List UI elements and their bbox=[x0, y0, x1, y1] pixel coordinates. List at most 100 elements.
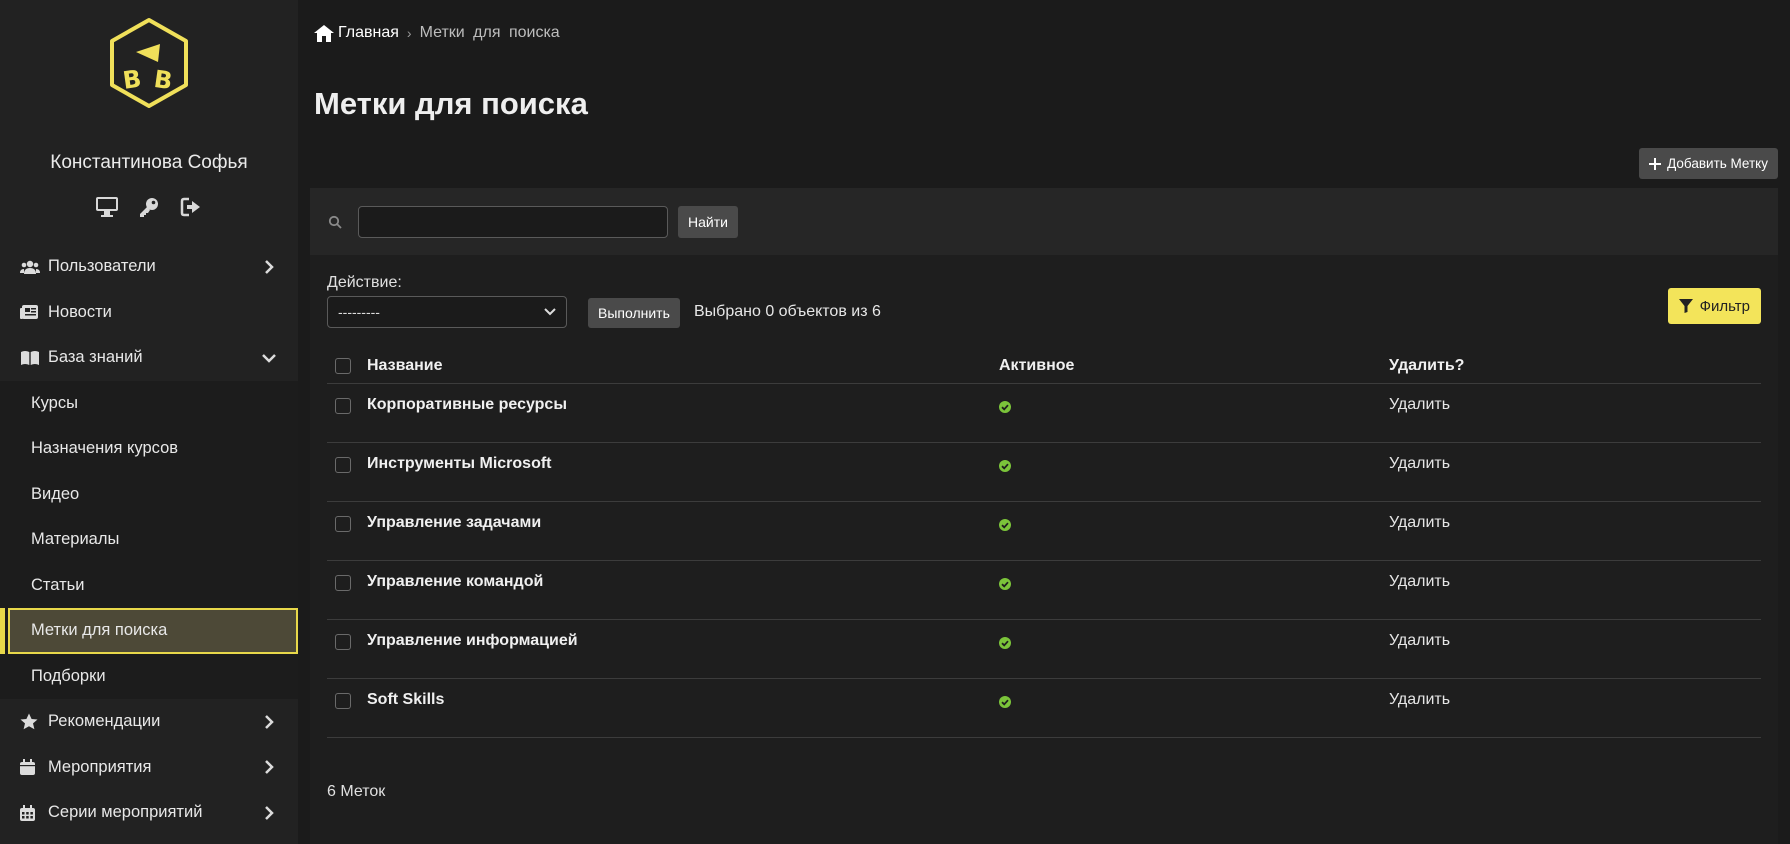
table-row: Управление задачами Удалить bbox=[327, 502, 1761, 561]
chevron-down-icon bbox=[544, 308, 556, 316]
plus-icon bbox=[1649, 157, 1662, 170]
search-input[interactable] bbox=[358, 205, 668, 238]
table-header: Название Активное Удалить? bbox=[327, 348, 1761, 384]
user-name: Константинова Софья bbox=[50, 152, 248, 173]
sidebar-item-video[interactable]: Видео bbox=[0, 472, 298, 518]
row-name-link[interactable]: Soft Skills bbox=[367, 691, 999, 709]
table-row: Корпоративные ресурсы Удалить bbox=[327, 384, 1761, 443]
calendar-icon bbox=[20, 758, 42, 776]
sidebar-item-label: Пользователи bbox=[48, 257, 156, 276]
sidebar-item-courses[interactable]: Курсы bbox=[0, 381, 298, 427]
table-row: Управление командой Удалить bbox=[327, 561, 1761, 620]
monitor-icon[interactable] bbox=[95, 195, 119, 219]
column-header-name[interactable]: Название bbox=[367, 357, 999, 375]
sidebar-item-label: Назначения курсов bbox=[31, 439, 179, 458]
row-delete-link[interactable]: Удалить bbox=[1389, 573, 1761, 591]
sidebar-item-news[interactable]: Новости bbox=[0, 290, 298, 336]
row-checkbox[interactable] bbox=[335, 634, 351, 650]
book-icon bbox=[20, 349, 42, 367]
row-name-link[interactable]: Корпоративные ресурсы bbox=[367, 396, 999, 414]
filter-button[interactable]: Фильтр bbox=[1667, 288, 1761, 324]
sidebar: B B Константинова Софья Пользователи Нов… bbox=[0, 0, 298, 844]
star-icon bbox=[20, 713, 42, 731]
sidebar-item-events[interactable]: Мероприятия bbox=[0, 745, 298, 791]
result-count: 6 Меток bbox=[327, 783, 386, 800]
chevron-right-icon bbox=[262, 714, 276, 729]
sidebar-item-label: Мероприятия bbox=[48, 757, 152, 776]
sidebar-item-label: Новости bbox=[48, 302, 112, 321]
users-icon bbox=[20, 258, 42, 276]
breadcrumb-home[interactable]: Главная bbox=[314, 24, 399, 42]
run-action-button[interactable]: Выполнить bbox=[588, 298, 680, 328]
search-bar: Найти bbox=[310, 188, 1778, 255]
sidebar-nav: Пользователи Новости База знаний Курсы Н… bbox=[0, 244, 298, 836]
home-icon bbox=[314, 24, 334, 42]
table-row: Soft Skills Удалить bbox=[327, 679, 1761, 738]
breadcrumb-current: Метки для поиска bbox=[419, 24, 560, 41]
chevron-right-icon bbox=[262, 760, 276, 775]
column-header-delete: Удалить? bbox=[1389, 356, 1465, 374]
sidebar-item-knowledge-base[interactable]: База знаний bbox=[0, 335, 298, 381]
check-circle-icon bbox=[999, 637, 1011, 649]
action-select-value: --------- bbox=[338, 304, 380, 320]
sidebar-item-materials[interactable]: Материалы bbox=[0, 517, 298, 563]
row-active bbox=[999, 632, 1389, 654]
row-checkbox[interactable] bbox=[335, 693, 351, 709]
check-circle-icon bbox=[999, 401, 1011, 413]
row-delete-link[interactable]: Удалить bbox=[1389, 455, 1761, 473]
filter-label: Фильтр bbox=[1699, 297, 1750, 315]
sidebar-item-articles[interactable]: Статьи bbox=[0, 563, 298, 609]
add-tag-label: Добавить Метку bbox=[1667, 156, 1768, 171]
sidebar-item-course-assignments[interactable]: Назначения курсов bbox=[0, 426, 298, 472]
row-name-link[interactable]: Инструменты Microsoft bbox=[367, 455, 999, 473]
table-row: Управление информацией Удалить bbox=[327, 620, 1761, 679]
newspaper-icon bbox=[20, 303, 42, 321]
chevron-down-icon bbox=[262, 351, 276, 365]
sidebar-item-label: Статьи bbox=[31, 575, 85, 594]
row-delete-link[interactable]: Удалить bbox=[1389, 396, 1761, 414]
row-delete-link[interactable]: Удалить bbox=[1389, 632, 1761, 650]
sidebar-item-search-tags[interactable]: Метки для поиска bbox=[0, 608, 298, 654]
results-table: Название Активное Удалить? Корпоративные… bbox=[327, 348, 1761, 738]
add-tag-button[interactable]: Добавить Метку bbox=[1639, 148, 1778, 179]
key-icon[interactable] bbox=[137, 195, 161, 219]
check-circle-icon bbox=[999, 460, 1011, 472]
row-delete-link[interactable]: Удалить bbox=[1389, 691, 1761, 709]
main-content: Главная › Метки для поиска Метки для пои… bbox=[298, 0, 1790, 844]
row-name-link[interactable]: Управление командой bbox=[367, 573, 999, 591]
row-name-link[interactable]: Управление задачами bbox=[367, 514, 999, 532]
row-checkbox[interactable] bbox=[335, 516, 351, 532]
action-select[interactable]: --------- bbox=[327, 296, 567, 328]
sidebar-item-recommendations[interactable]: Рекомендации bbox=[0, 699, 298, 745]
sidebar-item-label: База знаний bbox=[48, 348, 143, 367]
select-all-checkbox[interactable] bbox=[335, 357, 351, 374]
row-active bbox=[999, 396, 1389, 418]
selected-count: Выбрано 0 объектов из 6 bbox=[694, 303, 881, 320]
sidebar-item-label: Рекомендации bbox=[48, 712, 161, 731]
row-delete-link[interactable]: Удалить bbox=[1389, 514, 1761, 532]
user-actions bbox=[0, 195, 298, 219]
page-title: Метки для поиска bbox=[314, 86, 588, 121]
column-header-active[interactable]: Активное bbox=[999, 357, 1389, 375]
sidebar-item-label: Видео bbox=[31, 484, 80, 503]
sidebar-item-users[interactable]: Пользователи bbox=[0, 244, 298, 290]
svg-text:B: B bbox=[121, 65, 143, 95]
row-checkbox[interactable] bbox=[335, 575, 351, 591]
sidebar-item-label: Подборки bbox=[31, 666, 106, 685]
sidebar-item-event-series[interactable]: Серии мероприятий bbox=[0, 790, 298, 836]
calendar-grid-icon bbox=[20, 804, 42, 822]
logout-icon[interactable] bbox=[179, 195, 203, 219]
row-checkbox[interactable] bbox=[335, 398, 351, 414]
sidebar-item-collections[interactable]: Подборки bbox=[0, 654, 298, 700]
logo[interactable]: B B bbox=[102, 16, 196, 110]
row-active bbox=[999, 455, 1389, 477]
sidebar-item-label: Серии мероприятий bbox=[48, 803, 203, 822]
action-label: Действие: bbox=[327, 274, 402, 291]
breadcrumb: Главная › Метки для поиска bbox=[314, 24, 560, 42]
check-circle-icon bbox=[999, 519, 1011, 531]
row-name-link[interactable]: Управление информацией bbox=[367, 632, 999, 650]
search-button[interactable]: Найти bbox=[678, 205, 738, 238]
row-checkbox[interactable] bbox=[335, 457, 351, 473]
search-icon bbox=[328, 215, 342, 229]
changelist-panel: Найти Действие: --------- Выполнить Выбр… bbox=[310, 188, 1778, 844]
